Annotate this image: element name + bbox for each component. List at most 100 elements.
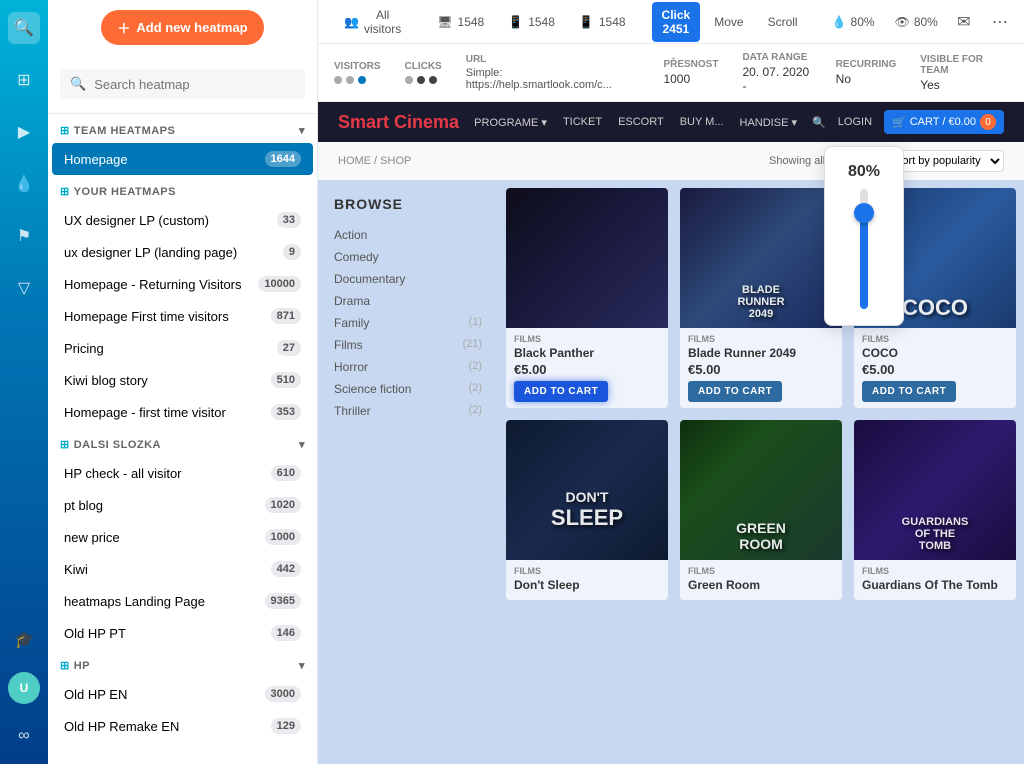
- sidebar-item-ux-custom[interactable]: UX designer LP (custom) 33: [52, 204, 313, 236]
- sidebar-item-old-hp-pt[interactable]: Old HP PT 146: [52, 617, 313, 649]
- cinema-cart[interactable]: 🛒 CART / €0.00 0: [884, 110, 1004, 134]
- heatmap-rail-icon[interactable]: 💧: [8, 168, 40, 200]
- nav-escort[interactable]: ESCORT: [618, 116, 664, 129]
- slider-thumb[interactable]: [854, 203, 874, 223]
- cinema-logo: Smart Cinema: [338, 112, 459, 133]
- category-action[interactable]: Action: [334, 224, 482, 246]
- add-to-cart-black-panther[interactable]: ADD TO CART: [514, 381, 608, 402]
- cinema-search-icon[interactable]: 🔍: [812, 116, 826, 129]
- mobile-icon: 📱: [579, 15, 594, 29]
- funnel-rail-icon[interactable]: ▽: [8, 272, 40, 304]
- sidebar-item-kiwi[interactable]: Kiwi 442: [52, 553, 313, 585]
- cinema-login[interactable]: LOGIN: [838, 116, 872, 128]
- sidebar-item-pt-blog[interactable]: pt blog 1020: [52, 489, 313, 521]
- breadcrumb-text: HOME / SHOP: [338, 155, 411, 167]
- sidebar-item-hp-check[interactable]: HP check - all visitor 610: [52, 457, 313, 489]
- grid-rail-icon[interactable]: ⊞: [8, 64, 40, 96]
- sidebar-item-kiwi-blog[interactable]: Kiwi blog story 510: [52, 364, 313, 396]
- tab-eye-pct[interactable]: 👁 80%: [887, 11, 946, 33]
- category-documentary[interactable]: Documentary: [334, 268, 482, 290]
- dot-1: [334, 76, 342, 84]
- tab-scroll[interactable]: Scroll: [758, 9, 808, 35]
- sidebar-item-homepage[interactable]: Homepage 1644: [52, 143, 313, 175]
- sidebar-item-old-hp-remake[interactable]: Old HP Remake EN 129: [52, 710, 313, 742]
- add-to-cart-coco[interactable]: ADD TO CART: [862, 381, 956, 402]
- tablet-icon: 📱: [508, 15, 523, 29]
- more-options-button[interactable]: ⋯: [986, 8, 1014, 36]
- all-visitors-icon: 👥: [344, 15, 359, 29]
- category-comedy[interactable]: Comedy: [334, 246, 482, 268]
- slider-track[interactable]: [860, 189, 868, 309]
- product-card-green-room: GREENROOM FILMS Green Room: [680, 420, 842, 600]
- sidebar-item-ux-landing[interactable]: ux designer LP (landing page) 9: [52, 236, 313, 268]
- search-box: 🔍: [60, 69, 305, 99]
- tab-click[interactable]: Click 2451: [652, 2, 701, 42]
- nav-handise[interactable]: HANDISE ▾: [740, 116, 797, 129]
- sidebar-item-first-time[interactable]: Homepage First time visitors 871: [52, 300, 313, 332]
- nav-programe[interactable]: PROGRAME ▾: [474, 116, 547, 129]
- tab-mobile[interactable]: 📱 1548: [569, 9, 636, 35]
- team-heatmaps-header: ⊞TEAM HEATMAPS ▾: [48, 114, 317, 143]
- tab-all-visitors[interactable]: 👥 All visitors: [334, 2, 411, 42]
- sidebar-item-homepage-first[interactable]: Homepage - first time visitor 353: [52, 396, 313, 428]
- product-card-guardians: GUARDIANSOF THETOMB FILMS Guardians Of T…: [854, 420, 1016, 600]
- search-area: 🔍: [48, 55, 317, 114]
- tab-drop-pct[interactable]: 💧 80%: [824, 11, 883, 33]
- topbar: 👥 All visitors 🖥 1548 📱 1548 📱 1548 Clic…: [318, 0, 1024, 44]
- academy-rail-icon[interactable]: 🎓: [8, 624, 40, 656]
- sidebar-scroll: ⊞TEAM HEATMAPS ▾ Homepage 1644 ⊞YOUR HEA…: [48, 114, 317, 764]
- flag-rail-icon[interactable]: ⚑: [8, 220, 40, 252]
- infinity-rail-icon[interactable]: ∞: [8, 720, 40, 752]
- sidebar-item-new-price[interactable]: new price 1000: [52, 521, 313, 553]
- dot-3: [358, 76, 366, 84]
- recurring-info: RECURRING No: [836, 59, 897, 86]
- visible-team-info: VISIBLE FOR TEAM Yes: [920, 54, 1008, 92]
- category-drama[interactable]: Drama: [334, 290, 482, 312]
- add-heatmap-button[interactable]: ＋ Add new heatmap: [101, 10, 263, 45]
- nav-ticket[interactable]: TICKET: [563, 116, 602, 129]
- dot-6: [429, 76, 437, 84]
- data-range-info: DATA RANGE 20. 07. 2020 -: [742, 52, 811, 93]
- product-card-black-panther: FILMS Black Panther €5.00 ADD TO CART: [506, 188, 668, 408]
- cinema-nav-links: PROGRAME ▾ TICKET ESCORT BUY M... HANDIS…: [474, 116, 797, 129]
- product-image-blade-runner: BLADERUNNER2049: [680, 188, 842, 328]
- cart-badge: 0: [980, 114, 996, 130]
- products-grid: FILMS Black Panther €5.00 ADD TO CART BL…: [498, 180, 1024, 608]
- cart-icon: 🛒: [892, 116, 906, 129]
- website-frame: Smart Cinema PROGRAME ▾ TICKET ESCORT BU…: [318, 102, 1024, 764]
- tab-tablet[interactable]: 📱 1548: [498, 9, 565, 35]
- product-card-dont-sleep: DON'TSLEEP FILMS Don't Sleep: [506, 420, 668, 600]
- category-family[interactable]: Family (1): [334, 312, 482, 334]
- team-chevron-icon[interactable]: ▾: [299, 124, 305, 137]
- category-thriller[interactable]: Thriller (2): [334, 400, 482, 422]
- sidebar-item-pricing[interactable]: Pricing 27: [52, 332, 313, 364]
- dalsi-chevron-icon[interactable]: ▾: [299, 438, 305, 451]
- category-films[interactable]: Films (21): [334, 334, 482, 356]
- add-to-cart-blade-runner[interactable]: ADD TO CART: [688, 381, 782, 402]
- email-button[interactable]: ✉: [950, 8, 978, 36]
- category-horror[interactable]: Horror (2): [334, 356, 482, 378]
- tab-move[interactable]: Move: [704, 9, 753, 35]
- your-icon: ⊞: [60, 186, 70, 198]
- topbar-right: ✉ ⋯: [950, 8, 1014, 36]
- search-input[interactable]: [94, 77, 295, 92]
- sidebar-item-old-hp-en[interactable]: Old HP EN 3000: [52, 678, 313, 710]
- cinema-nav: Smart Cinema PROGRAME ▾ TICKET ESCORT BU…: [318, 102, 1024, 142]
- cinema-body: BROWSE Action Comedy Documentary Drama: [318, 180, 1024, 608]
- product-image-guardians: GUARDIANSOF THETOMB: [854, 420, 1016, 560]
- tab-desktop[interactable]: 🖥 1548: [427, 9, 494, 35]
- category-scifi[interactable]: Science fiction (2): [334, 378, 482, 400]
- avatar[interactable]: U: [8, 672, 40, 704]
- dot-5: [417, 76, 425, 84]
- sidebar-item-returning[interactable]: Homepage - Returning Visitors 10000: [52, 268, 313, 300]
- team-icon: ⊞: [60, 125, 70, 137]
- product-info-dont-sleep: FILMS Don't Sleep: [506, 560, 668, 600]
- nav-buy[interactable]: BUY M...: [680, 116, 724, 129]
- hp-chevron-icon[interactable]: ▾: [299, 659, 305, 672]
- search-rail-icon[interactable]: 🔍: [8, 12, 40, 44]
- sidebar-item-heatmaps-lp[interactable]: heatmaps Landing Page 9365: [52, 585, 313, 617]
- dalsi-header: ⊞DALSI SLOZKA ▾: [48, 428, 317, 457]
- play-rail-icon[interactable]: ▶: [8, 116, 40, 148]
- clicks-info: CLICKS: [405, 61, 442, 84]
- dot-4: [405, 76, 413, 84]
